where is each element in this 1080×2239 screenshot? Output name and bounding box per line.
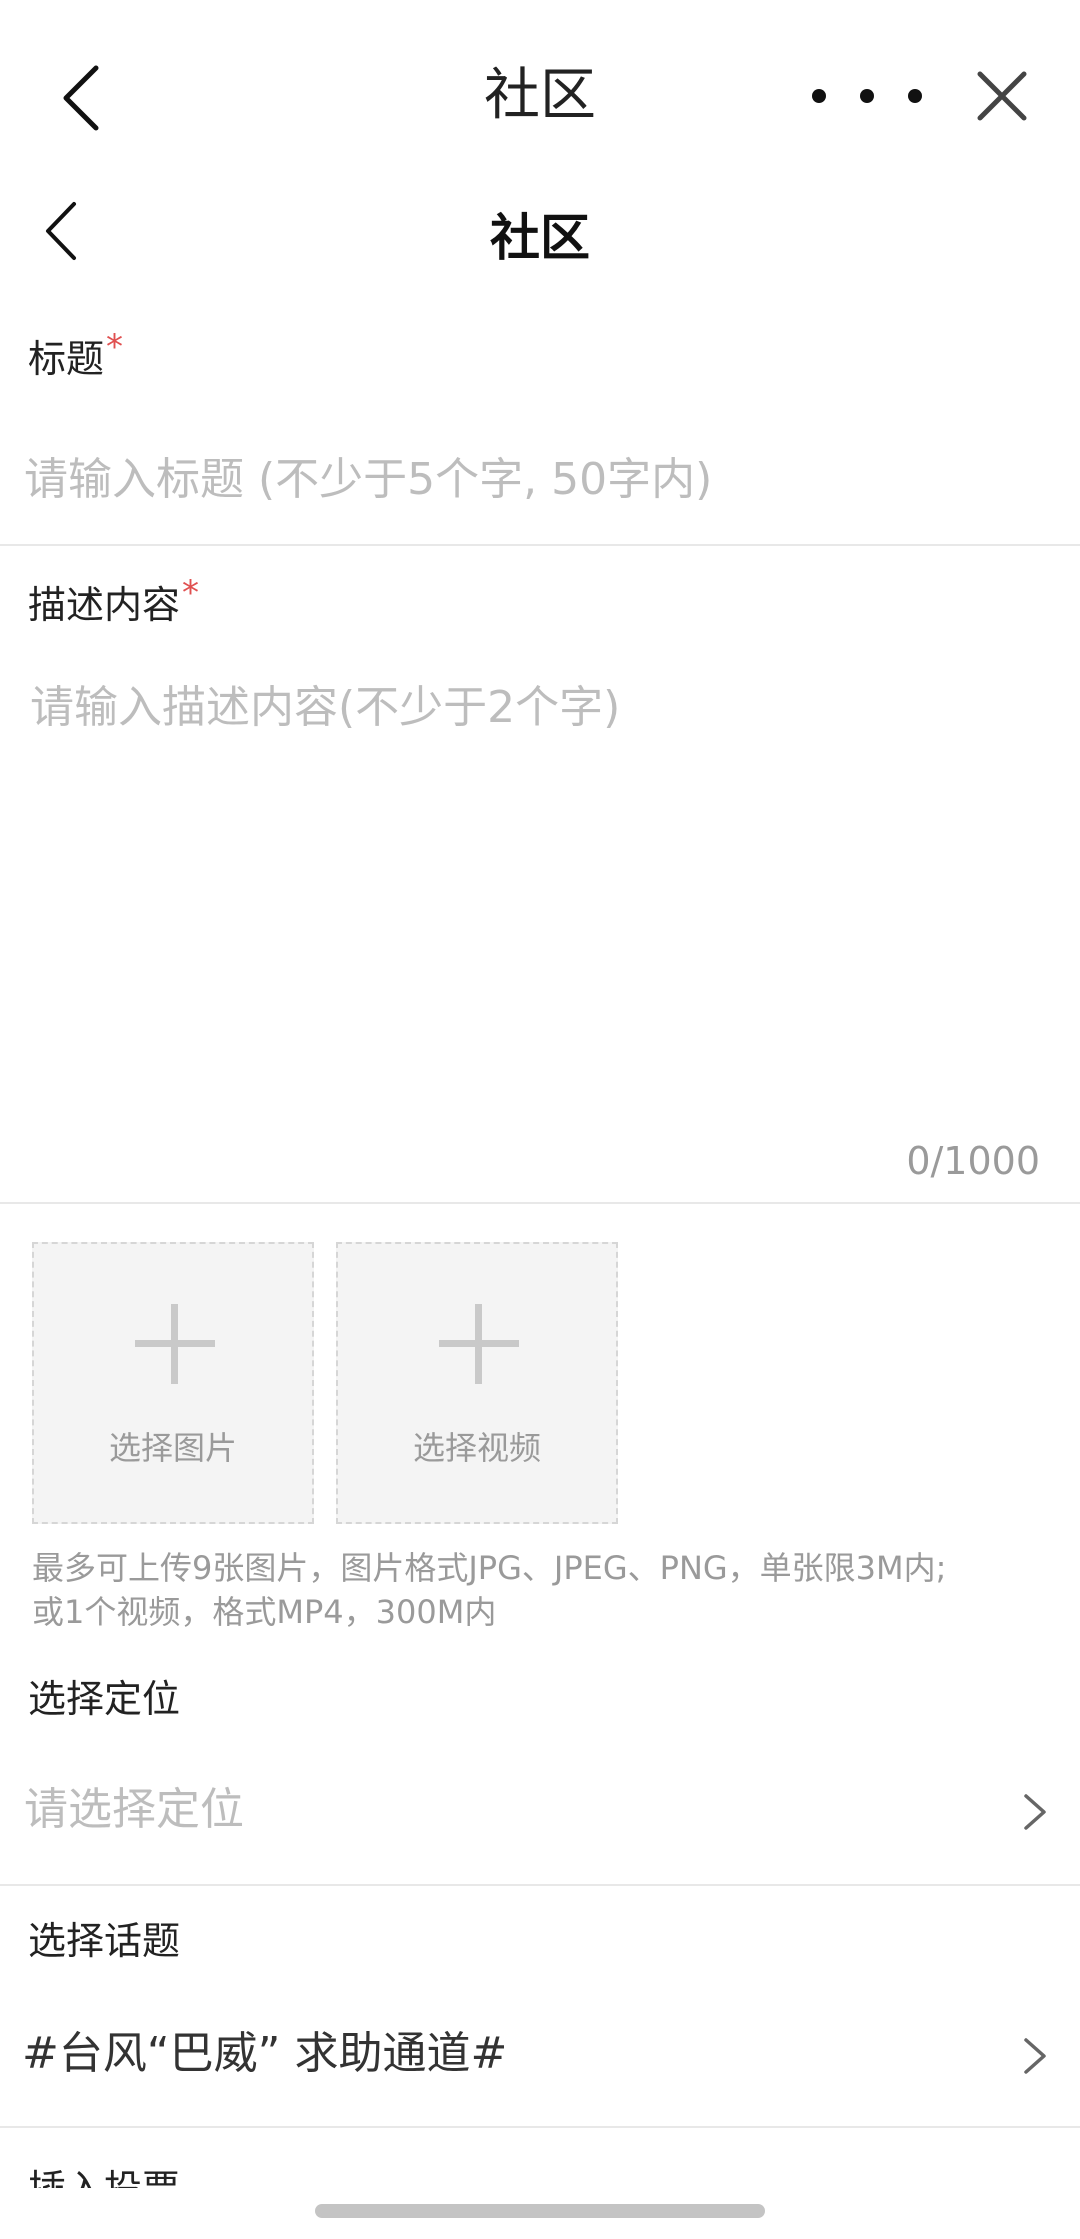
vote-label: 插入投票 [28, 2164, 180, 2188]
char-counter: 0/1000 [906, 1139, 1040, 1183]
divider [0, 1884, 1080, 1886]
select-video-button[interactable]: 选择视频 [336, 1242, 618, 1524]
plus-icon [135, 1304, 215, 1384]
title-label-text: 标题 [28, 337, 105, 381]
divider [0, 544, 1080, 546]
page-title: 社区 [490, 209, 590, 267]
title-input-placeholder: 请输入标题 (不少于5个字, 50字内) [24, 454, 713, 505]
home-indicator [315, 2204, 765, 2218]
description-label: 描述内容* [28, 573, 199, 632]
description-textarea[interactable]: 请输入描述内容(不少于2个字) [0, 670, 1080, 1130]
topic-label: 选择话题 [28, 1919, 181, 1963]
next-section-clip: 插入投票 [0, 2150, 1080, 2188]
divider [0, 1202, 1080, 1204]
back-icon[interactable] [52, 58, 112, 138]
upload-hint-line2: 或1个视频，格式MP4，300M内 [32, 1593, 497, 1631]
title-input[interactable]: 请输入标题 (不少于5个字, 50字内) [0, 444, 1080, 544]
required-mark: * [106, 327, 124, 367]
select-image-button[interactable]: 选择图片 [32, 1242, 314, 1524]
select-video-label: 选择视频 [412, 1429, 541, 1467]
topic-value: #台风“巴威” 求助通道# [22, 2028, 508, 2079]
upload-hint-line1: 最多可上传9张图片，图片格式JPG、JPEG、PNG，单张限3M内; [32, 1549, 947, 1587]
close-icon[interactable] [972, 66, 1032, 126]
chevron-right-icon [1014, 1792, 1054, 1832]
page-back-icon[interactable] [38, 196, 88, 266]
title-label: 标题* [28, 327, 123, 386]
location-placeholder: 请选择定位 [24, 1784, 244, 1835]
more-icon[interactable] [812, 70, 922, 122]
location-select[interactable]: 请选择定位 [0, 1752, 1080, 1872]
topic-select[interactable]: #台风“巴威” 求助通道# [0, 1996, 1080, 2116]
select-image-label: 选择图片 [108, 1429, 237, 1467]
description-placeholder: 请输入描述内容(不少于2个字) [30, 682, 621, 733]
location-label: 选择定位 [28, 1677, 181, 1721]
chevron-right-icon [1014, 2036, 1054, 2076]
plus-icon [439, 1304, 519, 1384]
divider [0, 2126, 1080, 2128]
description-label-text: 描述内容 [28, 583, 181, 627]
required-mark: * [182, 573, 200, 613]
